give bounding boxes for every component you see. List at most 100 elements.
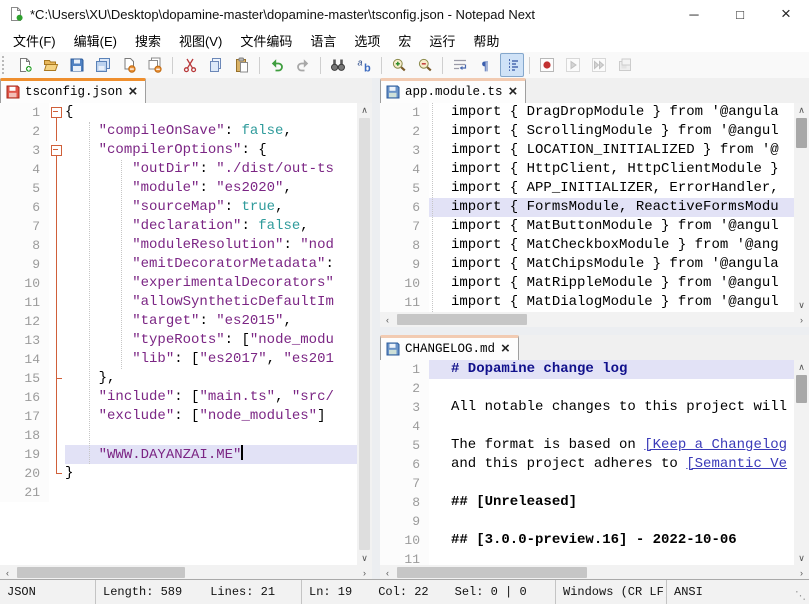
scroll-down-icon[interactable]: ∨ [357, 551, 372, 565]
code-line-21[interactable]: 21 [0, 483, 357, 502]
tab-close-icon[interactable]: × [508, 86, 519, 98]
scroll-right-icon[interactable]: › [357, 565, 372, 580]
code-line-11[interactable]: 11 [380, 550, 794, 565]
menu-item-7[interactable]: 选项 [345, 28, 389, 53]
scroll-left-icon[interactable]: ‹ [0, 565, 15, 580]
code-line-5[interactable]: 5import { APP_INITIALIZER, ErrorHandler, [380, 179, 794, 198]
menu-item-3[interactable]: 搜索 [126, 28, 170, 53]
open-file-button[interactable] [39, 53, 63, 77]
scrollbar-thumb[interactable] [397, 567, 587, 578]
code-line-4[interactable]: 4import { HttpClient, HttpClientModule } [380, 160, 794, 179]
code-line-9[interactable]: 9 [380, 512, 794, 531]
show-symbols-button[interactable]: ¶ [474, 53, 498, 77]
vertical-scrollbar[interactable]: ∧ ∨ [794, 360, 809, 565]
editor-changelog[interactable]: 1# Dopamine change log23All notable chan… [380, 360, 809, 565]
code-line-8[interactable]: 8## [Unreleased] [380, 493, 794, 512]
undo-button[interactable] [265, 53, 289, 77]
menu-item-2[interactable]: 编辑(E) [65, 28, 126, 53]
menu-item-10[interactable]: 帮助 [464, 28, 508, 53]
status-language[interactable]: JSON [0, 580, 96, 604]
menu-item-4[interactable]: 视图(V) [170, 28, 231, 53]
resize-grip[interactable]: ⋱ [790, 579, 809, 604]
code-line-4[interactable]: 4 "outDir": "./dist/out-ts [0, 160, 357, 179]
code-line-10[interactable]: 10 "experimentalDecorators" [0, 274, 357, 293]
scrollbar-track[interactable] [15, 565, 357, 580]
horizontal-scrollbar[interactable]: ‹ › [380, 565, 809, 580]
code-line-9[interactable]: 9 "emitDecoratorMetadata": [0, 255, 357, 274]
code-line-19[interactable]: 19 "WWW.DAYANZAI.ME" [0, 445, 357, 464]
vertical-scrollbar[interactable]: ∧ ∨ [794, 103, 809, 312]
scrollbar-thumb[interactable] [796, 375, 807, 403]
zoom-out-button[interactable] [413, 53, 437, 77]
code-line-7[interactable]: 7import { MatButtonModule } from '@angul [380, 217, 794, 236]
scroll-up-icon[interactable]: ∧ [357, 103, 372, 117]
code-line-6[interactable]: 6and this project adheres to [Semantic V… [380, 455, 794, 474]
minimize-button[interactable]: ─ [671, 0, 717, 28]
fold-collapse-icon[interactable] [49, 141, 65, 160]
code-line-10[interactable]: 10## [3.0.0-preview.16] - 2022-10-06 [380, 531, 794, 550]
code-line-8[interactable]: 8import { MatCheckboxModule } from '@ang [380, 236, 794, 255]
code-line-5[interactable]: 5 "module": "es2020", [0, 179, 357, 198]
code-line-14[interactable]: 14 "lib": ["es2017", "es201 [0, 350, 357, 369]
redo-button[interactable] [291, 53, 315, 77]
word-wrap-button[interactable] [448, 53, 472, 77]
scrollbar-thumb[interactable] [796, 118, 807, 148]
code-line-1[interactable]: 1import { DragDropModule } from '@angula [380, 103, 794, 122]
code-line-6[interactable]: 6 "sourceMap": true, [0, 198, 357, 217]
close-file-button[interactable] [117, 53, 141, 77]
paste-button[interactable] [230, 53, 254, 77]
code-line-17[interactable]: 17 "exclude": ["node_modules"] [0, 407, 357, 426]
tab-app-module[interactable]: app.module.ts × [380, 78, 526, 103]
new-file-button[interactable] [13, 53, 37, 77]
scrollbar-thumb[interactable] [397, 314, 527, 325]
scroll-up-icon[interactable]: ∧ [794, 360, 809, 374]
menu-item-9[interactable]: 运行 [420, 28, 464, 53]
scroll-left-icon[interactable]: ‹ [380, 565, 395, 580]
code-line-7[interactable]: 7 [380, 474, 794, 493]
code-line-16[interactable]: 16 "include": ["main.ts", "src/ [0, 388, 357, 407]
tab-close-icon[interactable]: × [128, 86, 139, 98]
code-line-5[interactable]: 5The format is based on [Keep a Changelo… [380, 436, 794, 455]
scroll-up-icon[interactable]: ∧ [794, 103, 809, 117]
menu-item-1[interactable]: 文件(F) [4, 28, 65, 53]
menu-item-8[interactable]: 宏 [389, 28, 420, 53]
code-line-8[interactable]: 8 "moduleResolution": "nod [0, 236, 357, 255]
cut-button[interactable] [178, 53, 202, 77]
editor-tsconfig[interactable]: 1{2 "compileOnSave": false,3 "compilerOp… [0, 103, 372, 565]
horizontal-scrollbar[interactable]: ‹ › [0, 565, 372, 580]
scrollbar-track[interactable] [395, 312, 794, 327]
code-line-4[interactable]: 4 [380, 417, 794, 436]
copy-button[interactable] [204, 53, 228, 77]
editor-app-module[interactable]: 1import { DragDropModule } from '@angula… [380, 103, 809, 312]
code-line-11[interactable]: 11import { MatDialogModule } from '@angu… [380, 293, 794, 312]
code-line-2[interactable]: 2import { ScrollingModule } from '@angul [380, 122, 794, 141]
tab-changelog[interactable]: CHANGELOG.md × [380, 335, 519, 360]
code-line-6[interactable]: 6import { FormsModule, ReactiveFormsModu [380, 198, 794, 217]
code-line-10[interactable]: 10import { MatRippleModule } from '@angu… [380, 274, 794, 293]
scroll-right-icon[interactable]: › [794, 312, 809, 327]
fold-collapse-icon[interactable] [49, 103, 65, 122]
tab-close-icon[interactable]: × [500, 343, 511, 355]
code-line-1[interactable]: 1# Dopamine change log [380, 360, 794, 379]
code-line-13[interactable]: 13 "typeRoots": ["node_modu [0, 331, 357, 350]
code-line-20[interactable]: 20} [0, 464, 357, 483]
scroll-left-icon[interactable]: ‹ [380, 312, 395, 327]
status-eol-format[interactable]: Windows (CR LF) [556, 580, 667, 604]
zoom-in-button[interactable] [387, 53, 411, 77]
find-button[interactable] [326, 53, 350, 77]
code-line-12[interactable]: 12 "target": "es2015", [0, 312, 357, 331]
code-line-2[interactable]: 2 "compileOnSave": false, [0, 122, 357, 141]
scrollbar-track[interactable] [395, 565, 794, 580]
code-line-2[interactable]: 2 [380, 379, 794, 398]
scroll-down-icon[interactable]: ∨ [794, 298, 809, 312]
close-all-button[interactable] [143, 53, 167, 77]
code-line-3[interactable]: 3 "compilerOptions": { [0, 141, 357, 160]
save-all-button[interactable] [91, 53, 115, 77]
code-line-3[interactable]: 3All notable changes to this project wil… [380, 398, 794, 417]
scrollbar-thumb[interactable] [359, 118, 370, 550]
code-line-15[interactable]: 15 }, [0, 369, 357, 388]
scroll-right-icon[interactable]: › [794, 565, 809, 580]
scrollbar-thumb[interactable] [17, 567, 185, 578]
vertical-splitter[interactable] [372, 78, 380, 580]
code-line-18[interactable]: 18 [0, 426, 357, 445]
